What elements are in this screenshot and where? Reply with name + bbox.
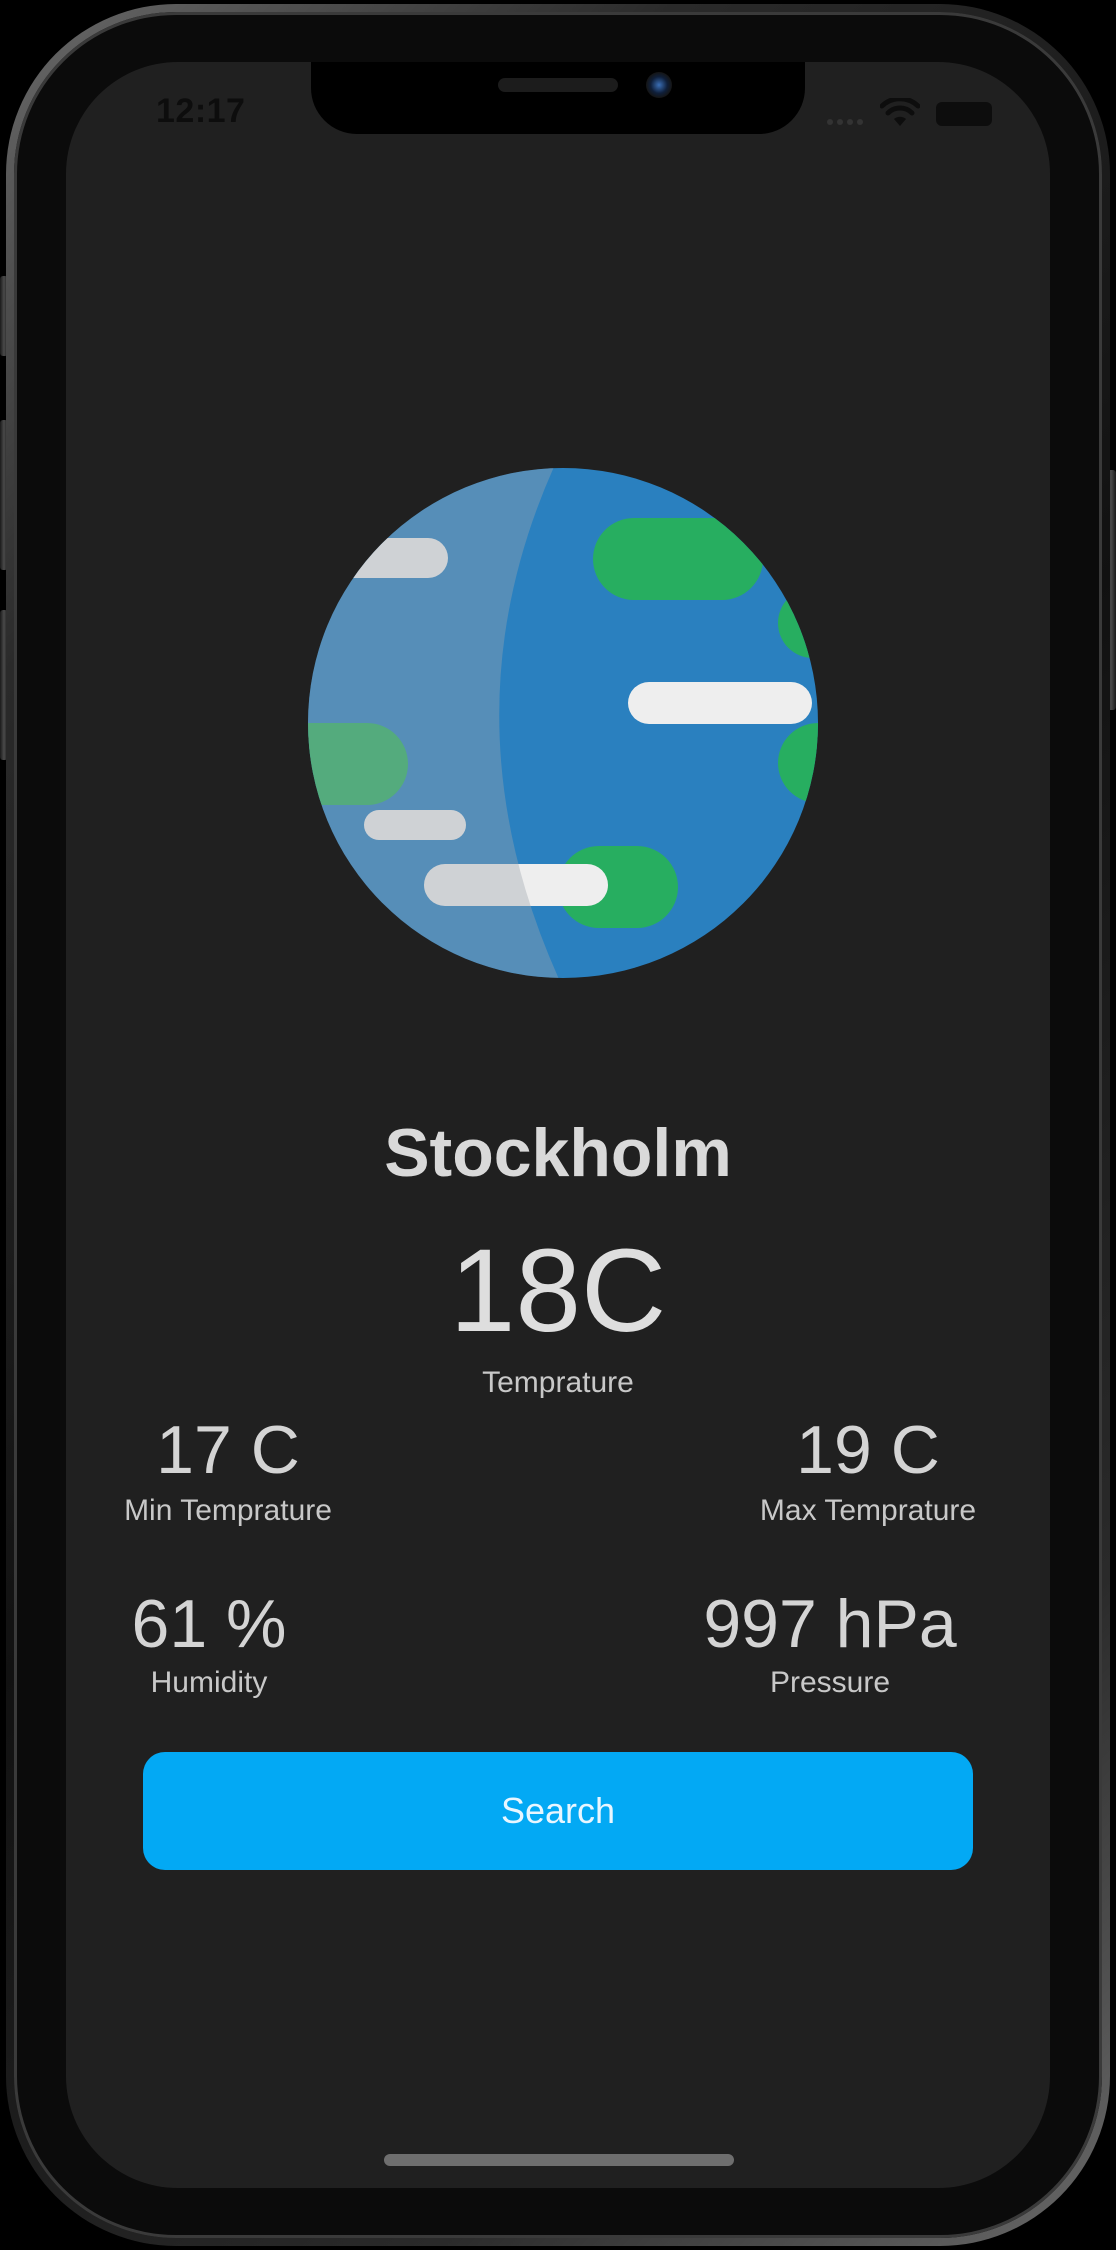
front-camera: [646, 72, 672, 98]
device-frame: 12:17 Stockholm 18C Temprature 17 C Min …: [0, 0, 1116, 2250]
min-temperature-value: 17 C: [156, 1412, 300, 1488]
humidity-value: 61 %: [131, 1586, 287, 1662]
humidity-label: Humidity: [150, 1666, 268, 1699]
max-temperature-label: Max Temprature: [759, 1494, 977, 1527]
pressure-value: 997 hPa: [703, 1586, 957, 1662]
city-name: Stockholm: [384, 1115, 732, 1191]
app-screen: 12:17 Stockholm 18C Temprature 17 C Min …: [66, 62, 1050, 2188]
wifi-icon: [880, 98, 920, 126]
min-temperature-label: Min Temprature: [124, 1494, 332, 1527]
search-button[interactable]: Search: [143, 1752, 973, 1870]
max-temperature-value: 19 C: [796, 1412, 940, 1488]
pressure-label: Pressure: [769, 1666, 891, 1699]
earth-globe-icon: [308, 468, 818, 978]
temperature-label: Temprature: [482, 1366, 634, 1399]
camera-notch: [311, 62, 805, 134]
status-time: 12:17: [156, 92, 246, 130]
current-temperature: 18C: [449, 1225, 667, 1357]
home-indicator[interactable]: [384, 2154, 734, 2166]
battery-icon: [936, 102, 992, 126]
signal-dots-icon: [827, 119, 863, 125]
earpiece-speaker: [498, 78, 618, 92]
